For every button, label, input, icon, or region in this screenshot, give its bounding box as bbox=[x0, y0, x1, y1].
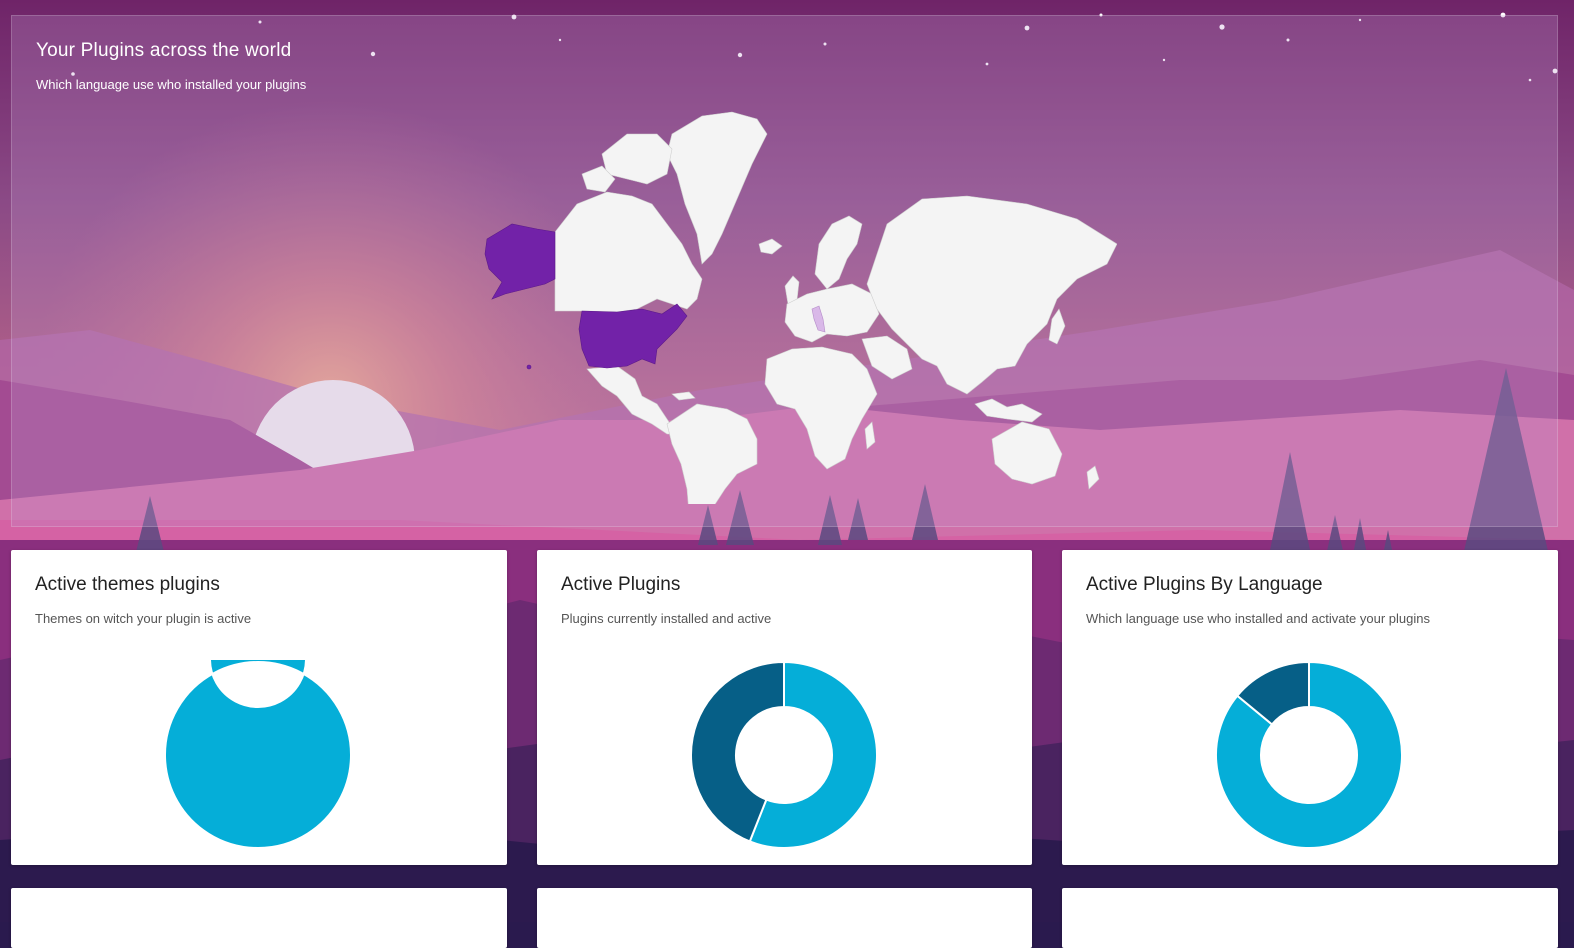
map-region-indonesia bbox=[974, 398, 1043, 423]
card-subtitle: Themes on witch your plugin is active bbox=[35, 611, 252, 626]
map-region-south-america bbox=[666, 403, 758, 504]
map-region-australia bbox=[991, 421, 1063, 485]
active-themes-donut[interactable] bbox=[163, 660, 353, 850]
map-region-africa bbox=[764, 346, 878, 470]
plugins-by-language-card: Active Plugins By Language Which languag… bbox=[1062, 550, 1558, 865]
active-plugins-donut[interactable] bbox=[689, 660, 879, 850]
map-region-greenland bbox=[666, 111, 768, 265]
map-region-europe bbox=[784, 283, 880, 343]
active-plugins-card: Active Plugins Plugins currently install… bbox=[537, 550, 1032, 865]
map-region-scandinavia bbox=[814, 215, 863, 290]
map-region-mexico bbox=[586, 365, 678, 435]
map-panel-subtitle: Which language use who installed your pl… bbox=[36, 77, 307, 92]
world-map[interactable] bbox=[467, 104, 1117, 504]
map-region-middle-east bbox=[861, 335, 913, 380]
card-title: Active Plugins bbox=[561, 574, 681, 595]
card-subtitle: Which language use who installed and act… bbox=[1086, 611, 1430, 626]
card-title: Active Plugins By Language bbox=[1086, 574, 1323, 595]
plugins-by-language-donut[interactable] bbox=[1214, 660, 1404, 850]
card-subtitle: Plugins currently installed and active bbox=[561, 611, 772, 626]
map-region-alaska bbox=[484, 223, 556, 300]
card-title: Active themes plugins bbox=[35, 574, 220, 595]
bottom-card-1 bbox=[11, 888, 507, 948]
map-panel-title: Your Plugins across the world bbox=[36, 40, 292, 61]
active-themes-card: Active themes plugins Themes on witch yo… bbox=[11, 550, 507, 865]
map-region-usa bbox=[578, 303, 688, 369]
world-map-panel: Your Plugins across the world Which lang… bbox=[11, 15, 1558, 527]
bottom-card-3 bbox=[1062, 888, 1558, 948]
map-region-canada bbox=[554, 191, 703, 313]
bottom-card-2 bbox=[537, 888, 1032, 948]
